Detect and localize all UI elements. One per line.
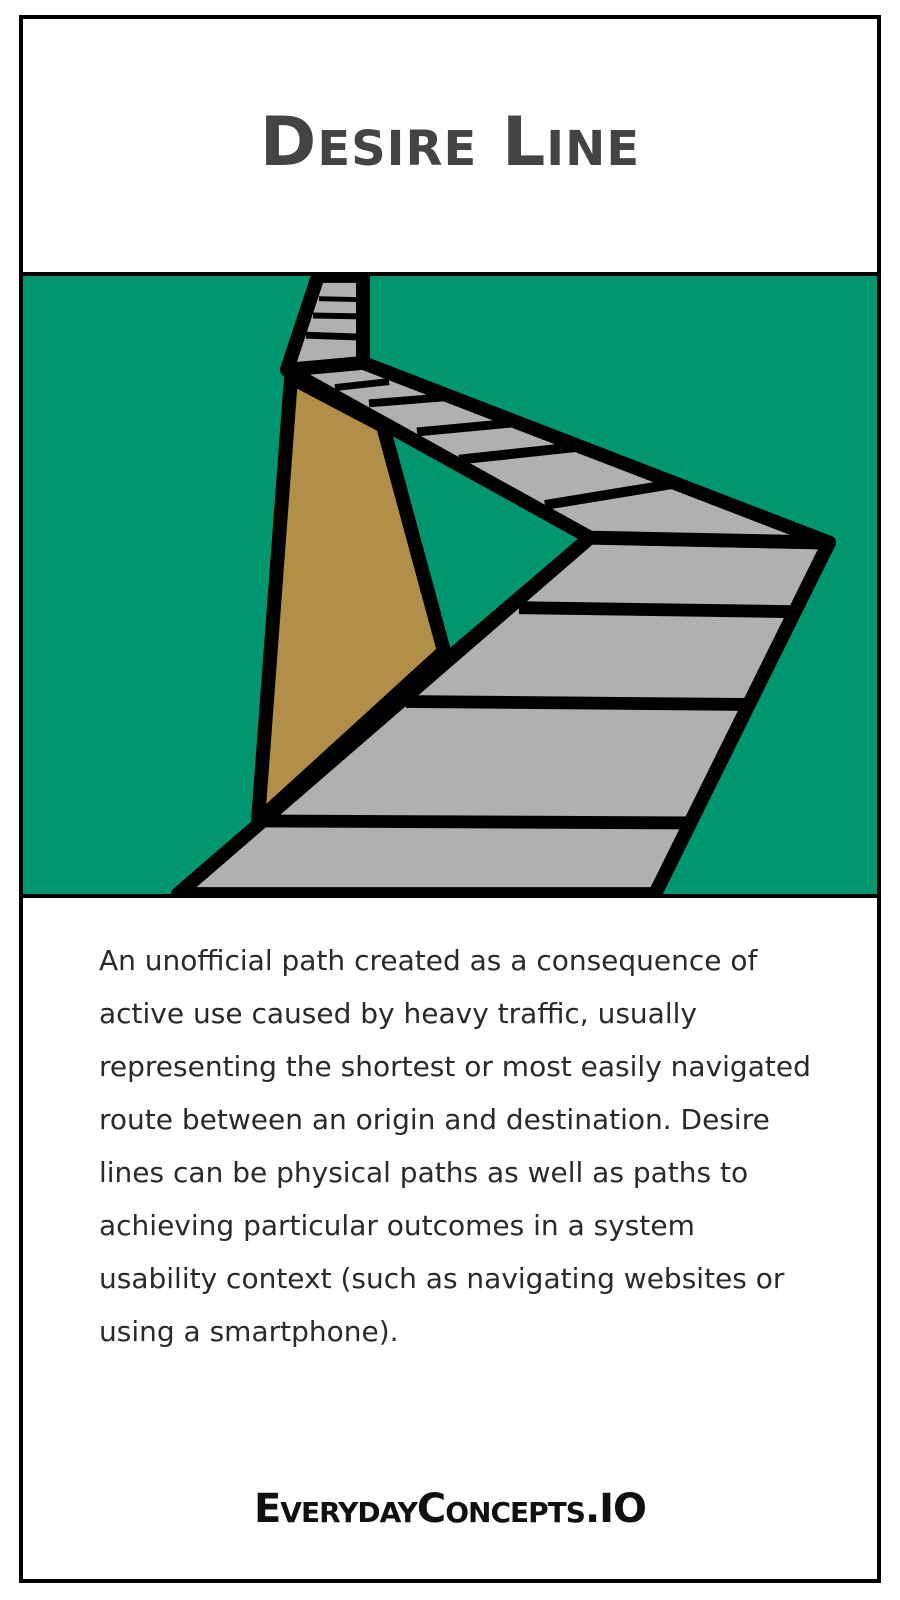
- brand-logo: EverydayConcepts.IO: [253, 1486, 647, 1532]
- tile-joint: [257, 814, 692, 830]
- concept-description: An unofficial path created as a conseque…: [99, 944, 811, 1348]
- paved-path-with-shortcut-icon: [23, 276, 877, 894]
- page-title: Desire Line: [259, 103, 641, 182]
- desire-line-illustration: [23, 272, 877, 898]
- tile-joint: [405, 695, 747, 711]
- title-area: Desire Line: [23, 19, 877, 272]
- tile-joint: [518, 601, 796, 619]
- tile-joint: [312, 312, 364, 320]
- tile-joint: [305, 331, 364, 341]
- tile-joint: [318, 296, 364, 303]
- concept-card: Desire Line An unofficial path created a…: [19, 15, 881, 1583]
